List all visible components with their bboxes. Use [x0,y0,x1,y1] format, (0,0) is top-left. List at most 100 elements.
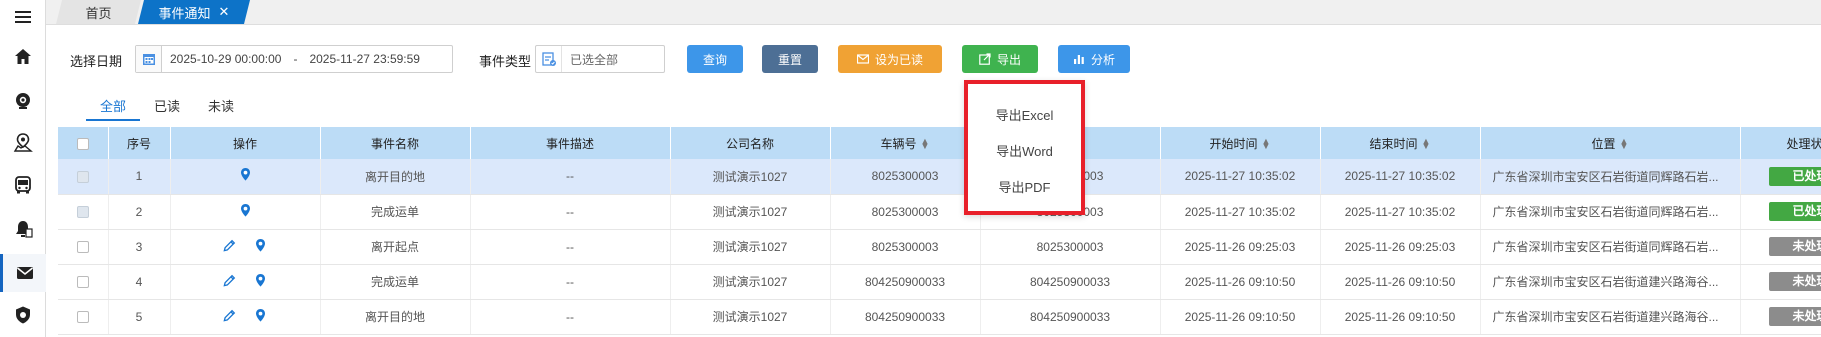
row-company: 测试演示1027 [670,194,831,230]
date-label: 选择日期 [70,54,123,69]
col-header-car-no[interactable]: 车辆号 ▲ ▼ [830,127,981,159]
export-pdf-option[interactable]: 导出PDF [968,168,1081,204]
edit-icon[interactable] [222,308,237,326]
menu-toggle-icon[interactable] [0,0,46,34]
row-checkbox[interactable] [58,159,109,195]
status-badge: 未处理 [1768,272,1821,291]
date-end: 2025-11-27 23:59:59 [309,52,420,66]
location-pin-icon[interactable] [253,273,268,291]
home-icon[interactable] [0,40,46,74]
main-area: 首页 事件通知 ✕ 选择日期 2025-10-29 00:00:00 - 202… [46,0,1821,337]
sort-icon[interactable]: ▲▼ [1620,137,1629,151]
shield-icon[interactable] [0,298,46,332]
status-badge: 未处理 [1768,307,1821,326]
map-pin-icon[interactable] [0,126,46,160]
edit-icon[interactable] [222,273,237,291]
row-checkbox[interactable] [58,299,109,335]
col-header-action: 操作 [170,127,321,159]
col-header-event-desc: 事件描述 [470,127,671,159]
col-header-company: 公司名称 [670,127,831,159]
col-header-start-time[interactable]: 开始时间 ▲ ▼ [1160,127,1321,159]
event-type-label: 事件类型 [479,54,532,69]
tab-bar: 首页 事件通知 ✕ [46,0,1821,25]
table-row[interactable]: 1离开目的地--测试演示1027802530000380253000032025… [58,159,1821,195]
table-row[interactable]: 4 完成运单 -- 测试演示1027 804250900033 804250900033 2… [58,264,1821,300]
tab-home[interactable]: 首页 [56,0,141,24]
row-location: 广东省深圳市宝安区石岩街道同辉路石岩... [1480,229,1741,265]
tab-event-notice[interactable]: 事件通知 ✕ [138,0,250,24]
row-status: 未处理 [1740,299,1821,335]
row-no: 2 [108,194,171,230]
sort-icon[interactable]: ▲▼ [1422,137,1431,151]
row-actions [170,194,321,230]
row-checkbox[interactable] [58,264,109,300]
row-start-time: 2025-11-26 09:10:50 [1160,299,1321,335]
row-checkbox[interactable] [58,229,109,265]
table-row[interactable]: 2完成运单--测试演示1027802530000380253000032025-… [58,194,1821,230]
tab-all[interactable]: 全部 [86,95,141,121]
status-badge: 已处理 [1768,202,1821,221]
row-location: 广东省深圳市宝安区石岩街道建兴路海谷... [1480,299,1741,335]
row-end-time: 2025-11-26 09:25:03 [1320,229,1481,265]
reset-button[interactable]: 重置 [762,45,818,73]
row-location: 广东省深圳市宝安区石岩街道同辉路石岩... [1480,194,1741,230]
row-event-name: 离开目的地 [320,159,471,195]
location-pin-icon[interactable] [253,238,268,256]
location-pin-icon[interactable] [238,167,253,185]
export-excel-option[interactable]: 导出Excel [968,96,1081,132]
row-status: 未处理 [1740,229,1821,265]
tab-read[interactable]: 已读 [140,95,194,121]
col-header-location[interactable]: 位置 ▲ ▼ [1480,127,1741,159]
location-pin-icon[interactable] [238,203,253,221]
bar-chart-icon [1073,55,1084,64]
select-all-checkbox[interactable] [58,127,109,159]
row-company: 测试演示1027 [670,299,831,335]
bus-icon[interactable] [0,168,46,202]
mail-icon[interactable] [0,254,46,292]
alarm-bell-icon[interactable] [0,212,46,246]
export-icon [979,53,991,65]
table-row[interactable]: 3 离开起点 -- 测试演示1027 8025300003 8025300003 2025-… [58,229,1821,265]
col-header-event-name: 事件名称 [320,127,471,159]
export-dropdown-menu: 导出Excel 导出Word 导出PDF [964,80,1085,215]
edit-icon[interactable] [222,238,237,256]
status-badge: 已处理 [1768,166,1821,186]
table-row[interactable]: 5 离开目的地 -- 测试演示1027 804250900033 804250900033… [58,299,1821,335]
sort-icon[interactable]: ▲▼ [1262,137,1271,151]
row-checkbox[interactable] [58,194,109,230]
table-header-row: 序号 操作 事件名称 事件描述 公司名称 车辆号 ▲▼ ▲▼ 开始时间 ▲▼ 结束时… [58,127,1821,159]
date-start: 2025-10-29 00:00:00 [170,52,282,66]
row-actions [170,229,321,265]
row-event-desc: -- [470,229,671,265]
analyze-button[interactable]: 分析 [1058,45,1130,73]
export-button[interactable]: 导出 [962,45,1038,73]
row-event-name: 完成运单 [320,264,471,300]
row-company: 测试演示1027 [670,159,831,195]
row-actions [170,159,321,195]
date-range-input[interactable]: 2025-10-29 00:00:00 - 2025-11-27 23:59:5… [135,45,453,73]
mark-read-button[interactable]: 设为已读 [838,45,942,73]
row-event-name: 完成运单 [320,194,471,230]
tab-close-icon[interactable]: ✕ [219,4,230,20]
tab-home-label: 首页 [85,5,112,21]
query-button[interactable]: 查询 [687,45,743,73]
camera-icon[interactable] [0,84,46,118]
location-pin-icon[interactable] [253,308,268,326]
row-end-time: 2025-11-26 09:10:50 [1320,264,1481,300]
row-status: 未处理 [1740,264,1821,300]
tab-unread[interactable]: 未读 [194,95,248,121]
row-end-time: 2025-11-27 10:35:02 [1320,194,1481,230]
col-header-status: 处理状态 [1740,127,1821,159]
col-header-end-time[interactable]: 结束时间 ▲ ▼ [1320,127,1481,159]
row-status: 已处理 [1740,159,1821,195]
export-word-option[interactable]: 导出Word [968,132,1081,168]
row-car-no: 804250900033 [830,299,981,335]
sort-icon[interactable]: ▲▼ [921,137,930,151]
event-type-select[interactable]: 已选全部 [535,45,665,73]
row-col7: 804250900033 [980,299,1161,335]
row-location: 广东省深圳市宝安区石岩街道建兴路海谷... [1480,264,1741,300]
row-start-time: 2025-11-27 10:35:02 [1160,159,1321,195]
checklist-icon [536,46,562,72]
row-end-time: 2025-11-26 09:10:50 [1320,299,1481,335]
tab-event-notice-label: 事件通知 [158,5,211,21]
